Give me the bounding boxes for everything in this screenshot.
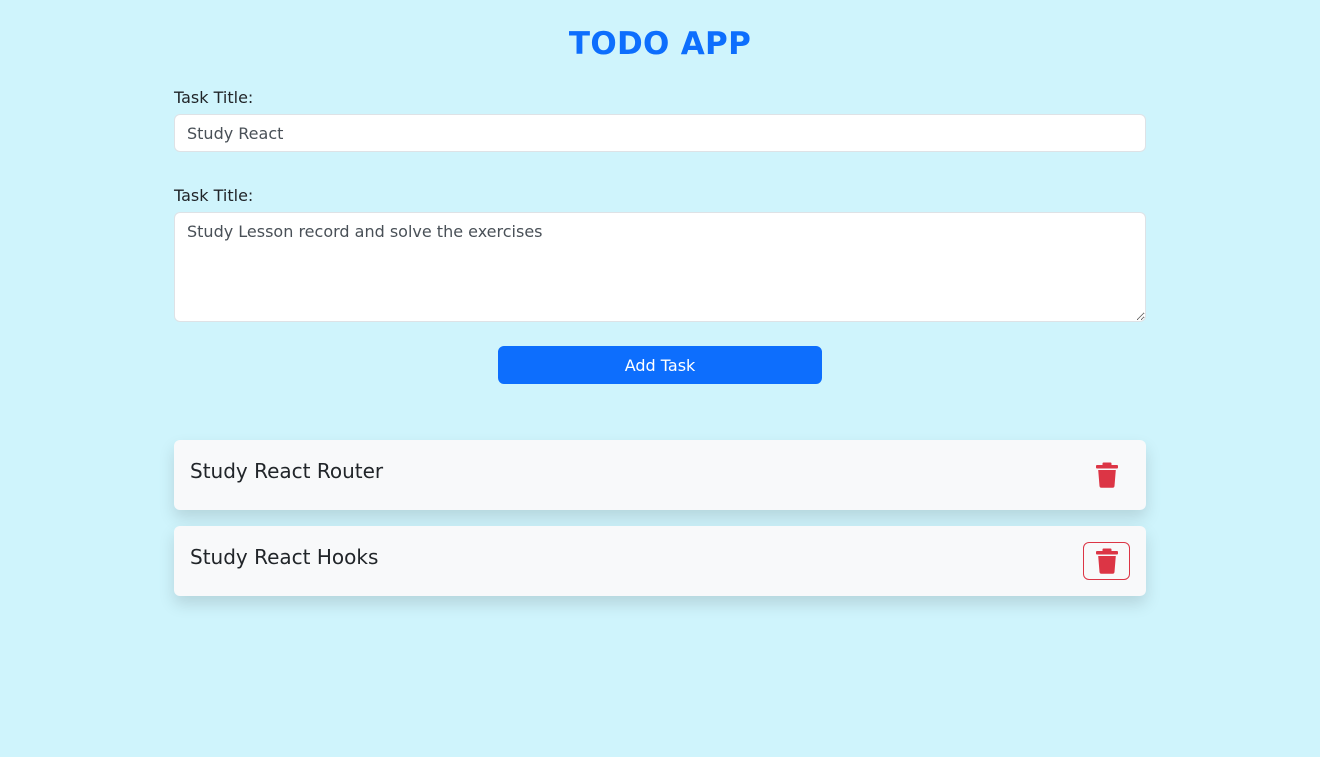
- task-title: Study React Router: [190, 459, 384, 483]
- task-title-input[interactable]: [174, 114, 1146, 152]
- task-card: Study React Router: [174, 440, 1146, 510]
- add-task-button[interactable]: Add Task: [498, 346, 822, 384]
- trash-icon: [1095, 462, 1118, 488]
- page-title: TODO APP: [568, 26, 752, 62]
- delete-task-button[interactable]: [1083, 542, 1130, 580]
- task-description-label: Task Title:: [174, 186, 254, 205]
- task-title: Study React Hooks: [190, 545, 379, 569]
- delete-task-button[interactable]: [1083, 456, 1130, 494]
- task-description-textarea[interactable]: Study Lesson record and solve the exerci…: [174, 212, 1146, 322]
- trash-icon: [1095, 548, 1118, 574]
- task-card: Study React Hooks: [174, 526, 1146, 596]
- task-title-label: Task Title:: [174, 88, 254, 107]
